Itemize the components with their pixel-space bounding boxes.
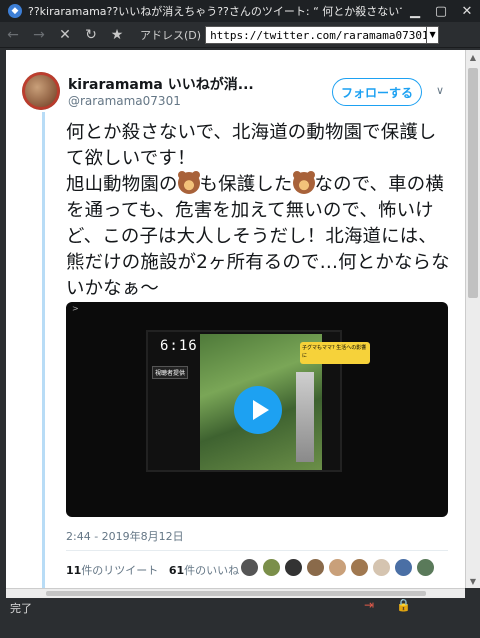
hscroll-thumb[interactable]: [46, 591, 426, 596]
chevron-down-icon[interactable]: ∨: [436, 84, 444, 97]
liker-avatar[interactable]: [350, 558, 369, 577]
play-button[interactable]: [234, 386, 282, 434]
window-title: ??kiraramama??いいねが消えちゃう??さんのツイート: “ 何とか殺…: [28, 5, 402, 18]
video-player[interactable]: > 6:16 視聴者提供 子グマもママ? 生活への影響に: [66, 302, 448, 517]
liker-avatar[interactable]: [328, 558, 347, 577]
likes-count[interactable]: 61: [169, 564, 184, 577]
scroll-down-icon[interactable]: ▼: [466, 574, 480, 588]
address-input[interactable]: https://twitter.com/raramama07301/status…: [205, 25, 428, 44]
tv-time: 6:16: [160, 338, 198, 354]
liker-avatar[interactable]: [306, 558, 325, 577]
stop-icon[interactable]: ✕: [52, 23, 78, 47]
forward-icon[interactable]: →: [26, 23, 52, 47]
scroll-up-icon[interactable]: ▲: [466, 50, 480, 64]
address-label: アドレス(D): [140, 28, 202, 42]
status-text: 完了: [10, 602, 32, 615]
bear-emoji-icon: [177, 171, 200, 194]
address-dropdown-icon[interactable]: ▼: [427, 25, 440, 44]
toolbar: ← → ✕ ↻ ★ アドレス(D) https://twitter.com/ra…: [0, 22, 480, 48]
liker-avatar[interactable]: [394, 558, 413, 577]
horizontal-scrollbar[interactable]: [6, 588, 465, 598]
divider: [66, 550, 448, 551]
favorite-star-icon[interactable]: ★: [104, 23, 130, 47]
back-icon[interactable]: ←: [0, 23, 26, 47]
likes-label[interactable]: 件のいいね: [184, 564, 239, 577]
title-bar: ◆ ??kiraramama??いいねが消えちゃう??さんのツイート: “ 何と…: [0, 0, 480, 22]
bear-emoji-icon: [292, 171, 315, 194]
lock-icon[interactable]: 🔒: [396, 598, 411, 612]
engagement-stats: 11件のリツイート 61件のいいね: [66, 562, 239, 578]
tweet-text-line1: 何とか殺さないで、北海道の動物園で保護して欲しいです！: [66, 122, 437, 169]
display-name[interactable]: kiraramama いいねが消...: [68, 74, 254, 94]
status-bar: 完了 ⇥ 🔒: [0, 598, 480, 638]
avatar[interactable]: [22, 72, 60, 110]
tweet-text: 何とか殺さないで、北海道の動物園で保護して欲しいです！ 旭山動物園の も保護したな…: [66, 120, 452, 302]
thread-line: [42, 112, 45, 588]
tweet-text-part-b: も保護した: [199, 174, 293, 195]
follow-button[interactable]: フォローする: [332, 78, 422, 106]
liker-avatars: [240, 558, 438, 577]
tweet-timestamp[interactable]: 2:44 - 2019年8月12日: [66, 528, 184, 544]
tv-telop: 子グマもママ? 生活への影響に: [300, 342, 370, 364]
liker-avatar[interactable]: [372, 558, 391, 577]
scroll-thumb[interactable]: [468, 68, 478, 298]
liker-avatar[interactable]: [284, 558, 303, 577]
security-zone-icon[interactable]: ⇥: [364, 598, 374, 612]
liker-avatar[interactable]: [416, 558, 435, 577]
retweets-count[interactable]: 11: [66, 564, 81, 577]
minimize-icon[interactable]: ▁: [402, 0, 428, 22]
browser-window: ◆ ??kiraramama??いいねが消えちゃう??さんのツイート: “ 何と…: [0, 0, 480, 638]
browser-icon: ◆: [8, 4, 22, 18]
page-viewport: kiraramama いいねが消... @raramama07301 フォローす…: [6, 50, 465, 588]
tweet-text-part-a: 旭山動物園の: [66, 174, 178, 195]
video-indicator-icon: >: [72, 304, 79, 313]
liker-avatar[interactable]: [240, 558, 259, 577]
guard-rail: [296, 372, 314, 462]
user-handle[interactable]: @raramama07301: [68, 94, 181, 108]
maximize-icon[interactable]: ▢: [428, 0, 454, 22]
retweets-label[interactable]: 件のリツイート: [81, 564, 158, 577]
close-icon[interactable]: ✕: [454, 0, 480, 22]
refresh-icon[interactable]: ↻: [78, 23, 104, 47]
tv-badge: 視聴者提供: [152, 366, 189, 379]
vertical-scrollbar[interactable]: ▲ ▼: [465, 50, 480, 588]
liker-avatar[interactable]: [262, 558, 281, 577]
